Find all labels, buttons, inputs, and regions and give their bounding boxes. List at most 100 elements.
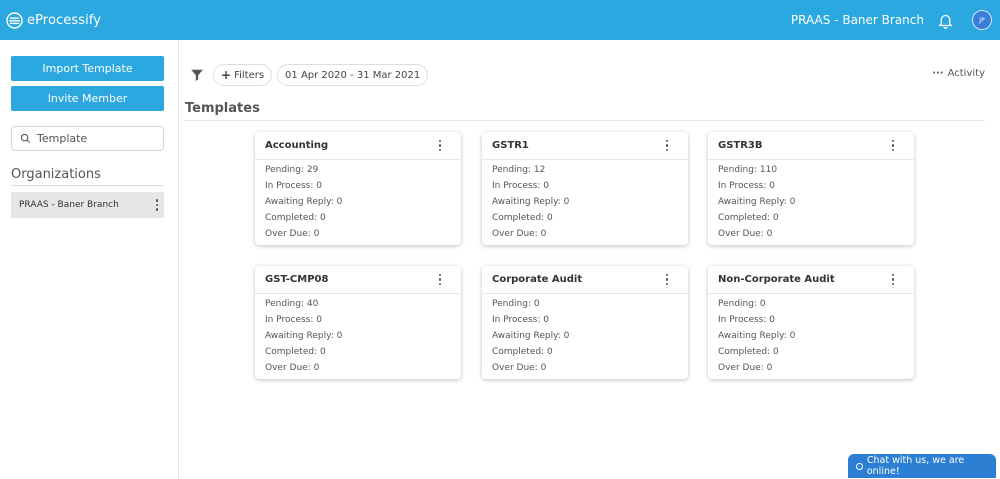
card-title: Accounting (265, 140, 329, 151)
import-template-button[interactable]: Import Template (11, 56, 164, 81)
stat-label: In Process: (265, 315, 314, 325)
stat-value: 0 (313, 363, 320, 373)
card-stat-overdue: Over Due: 0 (718, 360, 904, 376)
card-header: GSTR1 (482, 132, 688, 160)
stat-value: 0 (769, 181, 776, 191)
branch-name[interactable]: PRAAS - Baner Branch (791, 13, 924, 27)
bell-icon[interactable] (936, 11, 954, 29)
template-card[interactable]: Non-Corporate Audit Pending: 0 In Process:… (708, 266, 914, 379)
card-stat-awaiting: Awaiting Reply: 0 (265, 194, 451, 210)
kebab-menu-icon[interactable] (665, 273, 668, 286)
card-body: Pending: 0 In Process: 0 Awaiting Reply: 0… (708, 294, 914, 376)
card-stat-pending: Pending: 0 (718, 296, 904, 312)
card-stat-awaiting: Awaiting Reply: 0 (265, 328, 451, 344)
kebab-menu-icon[interactable] (438, 139, 441, 152)
stat-label: Over Due: (492, 363, 538, 373)
stat-value: 0 (766, 363, 773, 373)
card-stat-overdue: Over Due: 0 (265, 226, 451, 242)
stat-value: 0 (543, 315, 550, 325)
card-stat-awaiting: Awaiting Reply: 0 (492, 194, 678, 210)
stat-label: Awaiting Reply: (265, 197, 334, 207)
stat-label: Awaiting Reply: (265, 331, 334, 341)
filters-button[interactable]: + Filters (213, 64, 273, 86)
stat-label: Over Due: (265, 229, 311, 239)
kebab-menu-icon[interactable] (438, 273, 441, 286)
stat-label: In Process: (492, 315, 541, 325)
stat-label: Completed: (492, 213, 545, 223)
top-bar: eProcessify PRAAS - Baner Branch JP (0, 0, 1000, 40)
template-card[interactable]: Accounting Pending: 29 In Process: 0 Awaiti… (255, 132, 461, 245)
card-header: GSTR3B (708, 132, 914, 160)
card-stat-pending: Pending: 0 (492, 296, 678, 312)
card-body: Pending: 12 In Process: 0 Awaiting Reply: … (482, 160, 688, 242)
stat-label: Awaiting Reply: (492, 331, 561, 341)
templates-heading: Templates (185, 101, 985, 121)
card-stat-awaiting: Awaiting Reply: 0 (718, 328, 904, 344)
invite-member-button[interactable]: Invite Member (11, 86, 164, 111)
app-name: eProcessify (27, 12, 102, 28)
stat-value: 12 (533, 165, 546, 175)
stat-label: In Process: (265, 181, 314, 191)
online-status-icon (856, 462, 863, 470)
stat-value: 0 (540, 229, 547, 239)
stat-label: Awaiting Reply: (492, 197, 561, 207)
card-body: Pending: 0 In Process: 0 Awaiting Reply: 0… (482, 294, 688, 376)
org-item[interactable]: PRAAS - Baner Branch (11, 192, 164, 218)
template-search-input[interactable] (37, 132, 157, 145)
search-icon (20, 133, 31, 144)
user-avatar[interactable]: JP (972, 10, 992, 30)
stat-label: Pending: (492, 165, 532, 175)
kebab-menu-icon[interactable] (665, 139, 668, 152)
kebab-menu-icon[interactable] (891, 273, 894, 286)
stat-label: Completed: (265, 213, 318, 223)
card-stat-overdue: Over Due: 0 (492, 226, 678, 242)
stat-value: 0 (769, 315, 776, 325)
stat-label: Pending: (718, 165, 758, 175)
app-logo[interactable]: eProcessify (6, 11, 102, 29)
stat-value: 0 (540, 363, 547, 373)
stat-label: Over Due: (492, 229, 538, 239)
stat-value: 0 (563, 197, 570, 207)
card-stat-completed: Completed: 0 (718, 210, 904, 226)
stat-value: 29 (306, 165, 319, 175)
stat-label: Completed: (718, 347, 771, 357)
stat-value: 0 (547, 347, 553, 357)
stat-value: 0 (766, 229, 773, 239)
template-card[interactable]: GST-CMP08 Pending: 40 In Process: 0 Awaitin… (255, 266, 461, 379)
stat-label: Pending: (718, 299, 758, 309)
card-stat-in-process: In Process: 0 (265, 312, 451, 328)
stat-value: 0 (336, 197, 343, 207)
stat-value: 0 (316, 181, 323, 191)
stat-value: 0 (533, 299, 540, 309)
template-card[interactable]: GSTR3B Pending: 110 In Process: 0 Awaiting … (708, 132, 914, 245)
stat-label: Pending: (265, 299, 305, 309)
card-body: Pending: 40 In Process: 0 Awaiting Reply: … (255, 294, 461, 376)
stat-value: 40 (306, 299, 319, 309)
stat-label: In Process: (718, 315, 767, 325)
kebab-menu-icon[interactable] (155, 199, 158, 211)
kebab-menu-icon[interactable] (891, 139, 894, 152)
card-title: Non-Corporate Audit (718, 274, 835, 285)
template-card[interactable]: GSTR1 Pending: 12 In Process: 0 Awaiting Re… (482, 132, 688, 245)
activity-button[interactable]: ··· Activity (932, 68, 985, 79)
card-stat-in-process: In Process: 0 (718, 312, 904, 328)
card-body: Pending: 110 In Process: 0 Awaiting Reply:… (708, 160, 914, 242)
stat-label: Completed: (492, 347, 545, 357)
filter-icon[interactable] (190, 68, 204, 82)
card-stat-overdue: Over Due: 0 (265, 360, 451, 376)
card-stat-overdue: Over Due: 0 (718, 226, 904, 242)
card-stat-completed: Completed: 0 (492, 344, 678, 360)
organizations-heading: Organizations (11, 167, 164, 186)
org-item-label: PRAAS - Baner Branch (19, 200, 119, 210)
stat-value: 0 (313, 229, 320, 239)
logo-icon (6, 11, 23, 29)
template-card[interactable]: Corporate Audit Pending: 0 In Process: 0 Aw… (482, 266, 688, 379)
chat-widget[interactable]: Chat with us, we are online! (848, 454, 996, 478)
card-title: GSTR3B (718, 140, 763, 151)
card-stat-pending: Pending: 29 (265, 162, 451, 178)
filters-label: Filters (234, 69, 265, 81)
card-stat-awaiting: Awaiting Reply: 0 (718, 194, 904, 210)
card-title: GST-CMP08 (265, 274, 329, 285)
card-stat-pending: Pending: 12 (492, 162, 678, 178)
date-range-picker[interactable]: 01 Apr 2020 - 31 Mar 2021 (277, 64, 429, 86)
